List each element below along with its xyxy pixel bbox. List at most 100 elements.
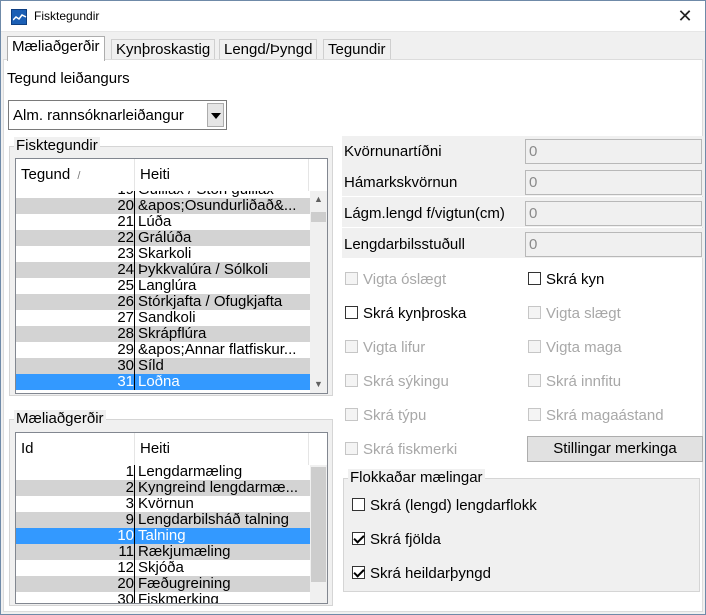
table-row[interactable]: 28 Skrápflúra — [16, 326, 310, 342]
checkbox-label: Skrá (lengd) lengdarflokk — [370, 497, 537, 514]
grouped-measurements-group: Flokkaðar mælingar Skrá (lengd) lengdarf… — [343, 469, 700, 592]
checkbox-vigta-oslaegt[interactable]: Vigta óslægt — [345, 271, 446, 288]
column-header-id[interactable]: Id — [16, 433, 135, 465]
table-row[interactable]: 27 Sandkoli — [16, 310, 310, 326]
scroll-thumb[interactable] — [311, 467, 326, 582]
table-row[interactable]: 30 Síld — [16, 358, 310, 374]
checkbox-skra-fiskmerki[interactable]: Skrá fiskmerki — [345, 441, 457, 458]
table-row[interactable]: 23 Skarkoli — [16, 246, 310, 262]
row-separator — [134, 342, 135, 358]
table-row[interactable]: 10 Talning — [16, 528, 310, 544]
checkbox-vigta-lifur[interactable]: Vigta lifur — [345, 339, 425, 356]
scroll-down-icon[interactable]: ▼ — [310, 376, 327, 393]
row-name-cell: Rækjumæling — [138, 544, 231, 560]
expedition-type-dropdown[interactable]: Alm. rannsóknarleiðangur — [8, 100, 227, 130]
checkbox-skra-fjolda[interactable]: Skrá fjölda — [352, 531, 441, 548]
fisktegundir-window: Fisktegundir ✕ Mæliaðgerðir Kynþroskasti… — [0, 0, 706, 615]
app-icon — [11, 9, 27, 25]
title-bar: Fisktegundir ✕ — [1, 1, 705, 32]
row-separator — [134, 198, 135, 214]
scroll-thumb[interactable] — [311, 212, 326, 222]
table-row[interactable]: 29 &apos;Annar flatfiskur... — [16, 342, 310, 358]
row-name-cell: Skrápflúra — [138, 326, 207, 342]
tab-lengd-thyngd[interactable]: Lengd/Þyngd — [219, 39, 318, 60]
field-hamarkskvornun[interactable]: 0 — [525, 170, 702, 195]
table-row[interactable]: 19Gulllax / Stóri gulllax — [16, 191, 310, 198]
table-row[interactable]: 30 Fiskmerking — [16, 592, 310, 603]
row-name-cell: Lengdarmæling — [138, 465, 243, 480]
row-separator — [134, 191, 135, 198]
column-header-tegund[interactable]: Tegund / — [16, 159, 135, 191]
row-name-cell: Skarkoli — [138, 246, 192, 262]
checkbox-box — [352, 566, 365, 579]
table-row[interactable]: 2 Kyngreind lengdarmæ... — [16, 480, 310, 496]
row-name-cell: Kvörnun — [138, 496, 194, 512]
checkbox-vigta-slaegt[interactable]: Vigta slægt — [528, 305, 621, 322]
table-row[interactable]: 25 Langlúra — [16, 278, 310, 294]
scroll-up-icon[interactable]: ▲ — [310, 191, 327, 208]
checkbox-skra-kyn[interactable]: Skrá kyn — [528, 271, 604, 288]
row-name-cell: Loðna — [138, 374, 180, 390]
column-header-heiti[interactable]: Heiti — [135, 433, 309, 465]
checkbox-label: Vigta maga — [546, 339, 622, 356]
checkbox-skra-kynthroska[interactable]: Skrá kynþroska — [345, 305, 466, 322]
tab-maeliadgerdir[interactable]: Mæliaðgerðir — [7, 36, 105, 61]
measurements-scrollbar[interactable] — [310, 465, 327, 603]
tab-tegundir[interactable]: Tegundir — [323, 39, 391, 60]
table-row[interactable]: 21 Lúða — [16, 214, 310, 230]
table-row[interactable]: 31 Loðna — [16, 374, 310, 390]
measurements-list[interactable]: Id Heiti 1 Lengdarmæling 2 Kyngreind lengda… — [15, 432, 328, 604]
chevron-down-icon[interactable] — [207, 103, 224, 127]
checkbox-label: Skrá heildarþyngd — [370, 565, 491, 582]
checkbox-label: Skrá innfitu — [546, 373, 622, 390]
species-rows: 19Gulllax / Stóri gulllax20&apos;Osundur… — [16, 191, 310, 393]
table-row[interactable]: 22 Grálúða — [16, 230, 310, 246]
table-row[interactable]: 11 Rækjumæling — [16, 544, 310, 560]
tab-kynthroskastig[interactable]: Kynþroskastig — [111, 39, 216, 60]
checkbox-box — [528, 306, 541, 319]
row-separator — [134, 358, 135, 374]
row-separator — [134, 294, 135, 310]
table-row[interactable]: 24 Þykkvalúra / Sólkoli — [16, 262, 310, 278]
checkbox-skra-typu[interactable]: Skrá týpu — [345, 407, 426, 424]
table-row[interactable]: 1 Lengdarmæling — [16, 465, 310, 480]
field-lengdarbilsstudull[interactable]: 0 — [525, 232, 702, 257]
species-scrollbar[interactable]: ▲ ▼ — [310, 191, 327, 393]
checkbox-label: Skrá magaástand — [546, 407, 664, 424]
checkbox-box — [528, 272, 541, 285]
row-separator — [134, 214, 135, 230]
species-list[interactable]: Tegund / Heiti 19Gulllax / Stóri gulllax… — [15, 158, 328, 394]
row-name-cell: Grálúða — [138, 230, 192, 246]
checkbox-skra-innfitu[interactable]: Skrá innfitu — [528, 373, 621, 390]
checkbox-box — [345, 374, 358, 387]
row-id-cell: 1 — [16, 465, 135, 480]
column-header-tegund-label: Tegund — [21, 166, 71, 183]
table-row[interactable]: 20 Fæðugreining — [16, 576, 310, 592]
row-id-cell: 28 — [16, 326, 135, 342]
table-row[interactable]: 26 Stórkjafta / Ofugkjafta — [16, 294, 310, 310]
checkbox-skra-lengdarflokk[interactable]: Skrá (lengd) lengdarflokk — [352, 497, 537, 514]
checkbox-label: Skrá sýkingu — [363, 373, 449, 390]
checkbox-vigta-maga[interactable]: Vigta maga — [528, 339, 622, 356]
field-kvornunartidni[interactable]: 0 — [525, 139, 702, 164]
tag-settings-button[interactable]: Stillingar merkinga — [527, 436, 703, 462]
field-label-lengdarbilsstudull: Lengdarbilsstuðull — [344, 236, 465, 253]
column-header-heiti[interactable]: Heiti — [135, 159, 309, 191]
row-separator — [134, 560, 135, 576]
checkbox-box — [528, 374, 541, 387]
checkbox-skra-sykingu[interactable]: Skrá sýkingu — [345, 373, 449, 390]
table-row[interactable]: 3 Kvörnun — [16, 496, 310, 512]
row-separator — [134, 544, 135, 560]
table-row[interactable]: 12 Skjóða — [16, 560, 310, 576]
row-name-cell: Gulllax / Stóri gulllax — [136, 191, 310, 198]
checkbox-skra-heildarthyngd[interactable]: Skrá heildarþyngd — [352, 565, 491, 582]
checkbox-label: Skrá fjölda — [370, 531, 441, 548]
close-icon[interactable]: ✕ — [673, 5, 697, 27]
row-separator — [134, 246, 135, 262]
field-lagm-lengd[interactable]: 0 — [525, 201, 702, 226]
table-row[interactable]: 20 &apos;Osundurliðað&... — [16, 198, 310, 214]
table-row[interactable]: 9 Lengdarbilsháð talning — [16, 512, 310, 528]
checkbox-skra-magaastand[interactable]: Skrá magaástand — [528, 407, 664, 424]
expedition-type-label: Tegund leiðangurs — [7, 70, 130, 87]
row-name-cell: Síld — [138, 358, 164, 374]
